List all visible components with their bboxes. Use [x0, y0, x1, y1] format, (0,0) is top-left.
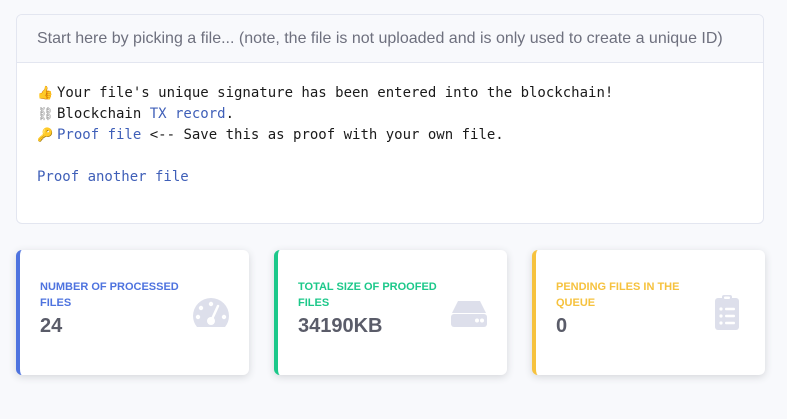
- hdd-icon: [451, 301, 487, 327]
- stat-label: Pending files in the queue: [556, 281, 680, 309]
- stat-value: 0: [556, 315, 568, 337]
- signature-message: Your file's unique signature has been en…: [57, 85, 614, 101]
- tachometer-icon: [193, 298, 229, 327]
- stat-value: 24: [40, 315, 63, 337]
- file-picker-label: Start here by picking a file... (note, t…: [37, 29, 723, 47]
- signature-line: 👍 Your file's unique signature has been …: [37, 83, 743, 104]
- proof-file-link[interactable]: Proof file: [57, 125, 141, 146]
- result-panel: 👍 Your file's unique signature has been …: [17, 63, 763, 188]
- stat-card-pending-files: Pending files in the queue 0: [532, 250, 765, 375]
- file-picker[interactable]: Start here by picking a file... (note, t…: [17, 15, 763, 63]
- key-icon: 🔑: [37, 128, 54, 143]
- chain-icon: ⛓: [37, 107, 54, 122]
- tx-prefix: Blockchain: [57, 106, 150, 122]
- stat-value: 34190KB: [298, 315, 383, 337]
- stat-label: Number of processed files: [40, 281, 179, 309]
- upload-card: Start here by picking a file... (note, t…: [16, 14, 764, 224]
- proof-line: 🔑 Proof file <-- Save this as proof with…: [37, 125, 743, 146]
- thumbs-up-icon: 👍: [37, 86, 54, 101]
- proof-instruction: <-- Save this as proof with your own fil…: [141, 127, 504, 143]
- stat-card-processed-files: Number of processed files 24: [16, 250, 249, 375]
- stat-card-total-size: Total size of proofed files 34190KB: [274, 250, 507, 375]
- proof-another-file-link[interactable]: Proof another file: [37, 167, 189, 188]
- tx-suffix: .: [225, 106, 235, 122]
- tx-record-link[interactable]: TX record: [150, 104, 226, 125]
- clipboard-list-icon: [715, 295, 739, 330]
- tx-line: ⛓ Blockchain TX record .: [37, 104, 743, 125]
- another-line: Proof another file: [37, 167, 743, 188]
- stat-label: Total size of proofed files: [298, 281, 437, 309]
